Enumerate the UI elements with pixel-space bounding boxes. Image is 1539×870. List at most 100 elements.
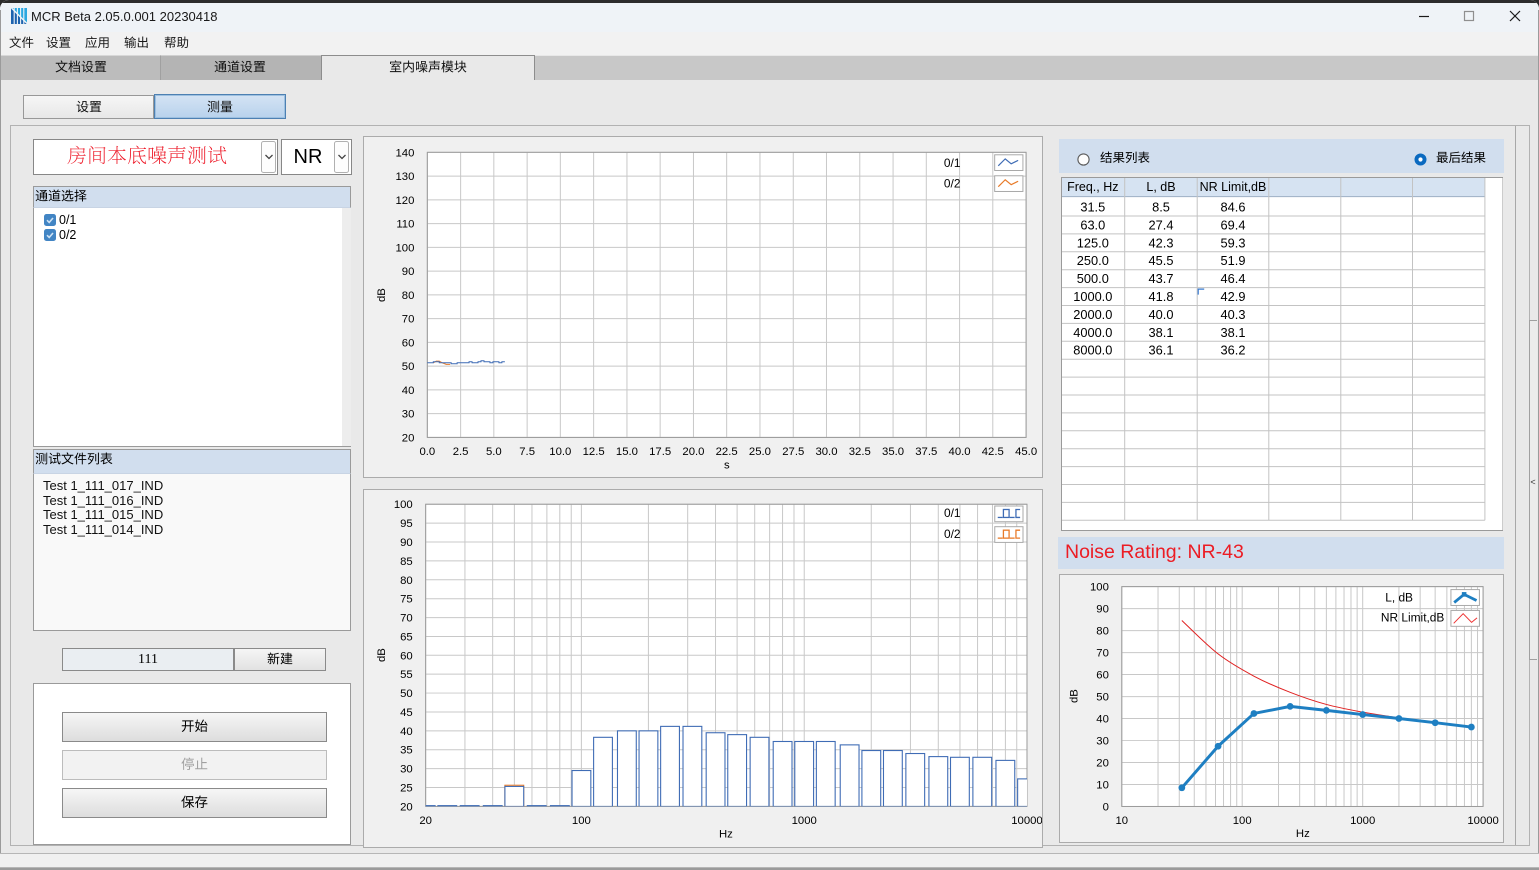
svg-text:20: 20	[419, 814, 432, 826]
svg-text:s: s	[724, 459, 730, 471]
svg-text:100: 100	[395, 242, 414, 254]
svg-text:15.0: 15.0	[616, 445, 638, 457]
svg-text:36.1: 36.1	[1148, 342, 1173, 357]
svg-text:51.9: 51.9	[1220, 253, 1245, 268]
svg-text:27.5: 27.5	[782, 445, 804, 457]
svg-text:NR Limit,dB: NR Limit,dB	[1381, 610, 1445, 624]
svg-text:40.3: 40.3	[1220, 306, 1245, 321]
svg-text:20: 20	[400, 801, 413, 813]
svg-text:40: 40	[402, 384, 415, 396]
svg-text:37.5: 37.5	[915, 445, 937, 457]
svg-text:0/2: 0/2	[944, 176, 961, 190]
svg-text:42.3: 42.3	[1148, 235, 1173, 250]
svg-text:80: 80	[402, 289, 415, 301]
svg-text:85: 85	[400, 555, 413, 567]
svg-text:25: 25	[400, 782, 413, 794]
svg-text:10000: 10000	[1011, 814, 1043, 826]
svg-text:46.4: 46.4	[1220, 271, 1245, 286]
svg-text:140: 140	[395, 147, 414, 159]
svg-text:100: 100	[1090, 581, 1109, 593]
svg-text:Freq., Hz: Freq., Hz	[1067, 180, 1118, 194]
svg-text:30: 30	[1096, 735, 1109, 747]
svg-text:60: 60	[1096, 669, 1109, 681]
svg-text:0: 0	[1103, 801, 1109, 813]
svg-text:8000.0: 8000.0	[1073, 342, 1112, 357]
svg-text:2000.0: 2000.0	[1073, 306, 1112, 321]
svg-text:32.5: 32.5	[849, 445, 871, 457]
svg-text:40: 40	[1096, 713, 1109, 725]
svg-text:1000: 1000	[1350, 815, 1375, 827]
svg-text:1000.0: 1000.0	[1073, 289, 1112, 304]
svg-text:0.0: 0.0	[419, 445, 435, 457]
svg-text:42.9: 42.9	[1220, 289, 1245, 304]
svg-text:70: 70	[1096, 647, 1109, 659]
svg-text:69.4: 69.4	[1220, 217, 1245, 232]
svg-text:80: 80	[400, 574, 413, 586]
svg-text:L, dB: L, dB	[1146, 180, 1175, 194]
svg-text:20.0: 20.0	[682, 445, 704, 457]
svg-text:63.0: 63.0	[1080, 217, 1105, 232]
svg-text:25.0: 25.0	[749, 445, 771, 457]
svg-text:75: 75	[400, 593, 413, 605]
svg-text:Hz: Hz	[1296, 828, 1310, 840]
svg-text:70: 70	[400, 612, 413, 624]
svg-text:27.4: 27.4	[1148, 217, 1173, 232]
svg-text:60: 60	[402, 337, 415, 349]
svg-text:90: 90	[400, 537, 413, 549]
svg-text:5.0: 5.0	[486, 445, 502, 457]
svg-text:70: 70	[402, 313, 415, 325]
svg-text:100: 100	[1233, 815, 1252, 827]
svg-text:120: 120	[395, 194, 414, 206]
svg-text:12.5: 12.5	[583, 445, 605, 457]
svg-text:95: 95	[400, 518, 413, 530]
svg-text:45: 45	[400, 707, 413, 719]
svg-text:90: 90	[1096, 603, 1109, 615]
svg-text:20: 20	[1096, 757, 1109, 769]
svg-text:38.1: 38.1	[1220, 324, 1245, 339]
svg-text:43.7: 43.7	[1148, 271, 1173, 286]
svg-text:130: 130	[395, 171, 414, 183]
svg-text:7.5: 7.5	[519, 445, 535, 457]
svg-text:22.5: 22.5	[716, 445, 738, 457]
svg-text:42.5: 42.5	[982, 445, 1004, 457]
svg-text:40.0: 40.0	[949, 445, 971, 457]
svg-text:30: 30	[402, 408, 415, 420]
svg-text:41.8: 41.8	[1148, 289, 1173, 304]
svg-text:40.0: 40.0	[1148, 306, 1173, 321]
svg-text:30: 30	[400, 763, 413, 775]
svg-text:84.6: 84.6	[1220, 199, 1245, 214]
svg-text:65: 65	[400, 631, 413, 643]
svg-text:1000: 1000	[792, 814, 817, 826]
svg-text:4000.0: 4000.0	[1073, 324, 1112, 339]
svg-text:L, dB: L, dB	[1385, 590, 1413, 604]
svg-text:36.2: 36.2	[1220, 342, 1245, 357]
svg-text:60: 60	[400, 650, 413, 662]
svg-text:0/1: 0/1	[944, 505, 961, 519]
svg-text:10000: 10000	[1467, 815, 1498, 827]
svg-text:0/1: 0/1	[944, 155, 961, 169]
svg-text:110: 110	[396, 218, 414, 230]
svg-text:125.0: 125.0	[1076, 235, 1108, 250]
svg-text:35.0: 35.0	[882, 445, 904, 457]
svg-text:NR Limit,dB: NR Limit,dB	[1199, 180, 1266, 194]
svg-text:31.5: 31.5	[1080, 199, 1105, 214]
svg-text:Hz: Hz	[719, 828, 733, 840]
svg-text:8.5: 8.5	[1152, 199, 1170, 214]
svg-text:90: 90	[402, 266, 415, 278]
svg-text:250.0: 250.0	[1076, 253, 1108, 268]
svg-text:38.1: 38.1	[1148, 324, 1173, 339]
svg-text:40: 40	[400, 725, 413, 737]
svg-text:100: 100	[394, 499, 413, 511]
svg-text:50: 50	[402, 361, 415, 373]
svg-text:35: 35	[400, 744, 413, 756]
svg-text:10: 10	[1116, 815, 1129, 827]
svg-text:45.0: 45.0	[1015, 445, 1037, 457]
svg-text:80: 80	[1096, 625, 1109, 637]
svg-text:45.5: 45.5	[1148, 253, 1173, 268]
svg-text:10: 10	[1096, 779, 1109, 791]
svg-text:dB: dB	[1069, 689, 1081, 703]
svg-text:50: 50	[1096, 691, 1109, 703]
svg-text:500.0: 500.0	[1076, 271, 1108, 286]
svg-text:0/2: 0/2	[944, 527, 961, 541]
svg-text:55: 55	[400, 669, 413, 681]
